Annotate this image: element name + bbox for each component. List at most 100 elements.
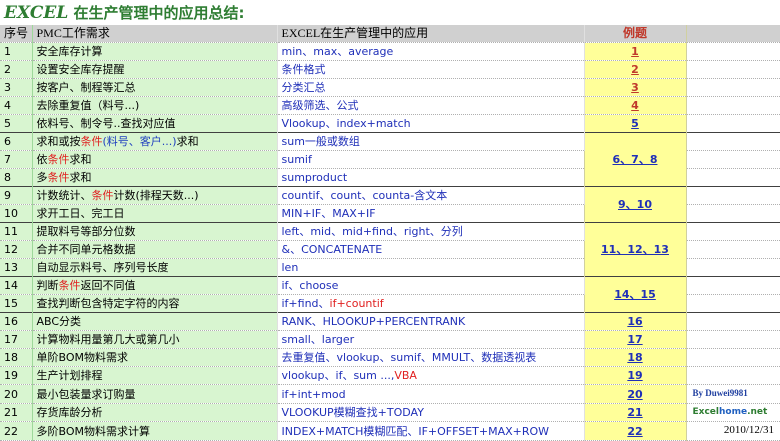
text-segment: 计数统计、	[36, 189, 92, 202]
excel-application-cell: len	[277, 258, 585, 277]
text-segment: 生产计划排程	[36, 369, 103, 382]
example-link[interactable]: 17	[583, 330, 687, 349]
blank-cell	[686, 312, 780, 331]
table-row: 20 最小包装量求订购量 if+int+mod 20 By Duwei9981	[0, 384, 780, 404]
table-row: 2 设置安全库存提醒 条件格式 2	[0, 60, 780, 79]
excel-application-cell: sum一般或数组	[277, 132, 585, 151]
excel-application-cell: left、mid、mid+find、right、分列	[277, 222, 585, 241]
text-segment: 合并不同单元格数据	[36, 243, 136, 256]
excel-application-cell: countif、count、counta-含文本	[277, 186, 585, 205]
row-index: 22	[0, 421, 33, 441]
text-segment: countif、count、counta-含文本	[281, 189, 448, 202]
table-row: 11 提取料号等部分位数 left、mid、mid+find、right、分列 11、…	[0, 222, 780, 277]
example-link[interactable]: 11、12、13	[583, 222, 687, 277]
row-index: 14	[0, 276, 33, 295]
example-link[interactable]: 20	[583, 384, 687, 404]
excel-application-cell: Vlookup、index+match	[277, 114, 585, 133]
text-segment: min、max、average	[281, 45, 394, 58]
pmc-need-cell: 计数统计、条件计数(排程天数...)	[32, 186, 278, 205]
pmc-need-cell: 判断条件返回不同值	[32, 276, 278, 295]
example-link[interactable]: 4	[583, 96, 687, 115]
excel-application-cell: &、CONCATENATE	[277, 240, 585, 259]
example-link[interactable]: 18	[583, 348, 687, 367]
table-row: 4 去除重复值（料号...) 高级筛选、公式 4	[0, 96, 780, 115]
example-link[interactable]: 19	[583, 366, 687, 385]
text-segment: &、CONCATENATE	[281, 243, 383, 256]
side-credit: By Duwei9981	[686, 384, 780, 404]
text-segment: 去重复值、vlookup、sumif、MMULT、数据透视表	[281, 351, 537, 364]
example-link[interactable]: 5	[583, 114, 687, 133]
pmc-need-cell: 合并不同单元格数据	[32, 240, 278, 259]
text-segment: 最小包装量求订购量	[36, 387, 136, 401]
excel-application-cell: 分类汇总	[277, 78, 585, 97]
pmc-need-cell: 存货库龄分析	[32, 403, 278, 422]
text-segment: small、larger	[281, 333, 355, 346]
row-index: 8	[0, 168, 33, 187]
row-index: 5	[0, 114, 33, 133]
blank-cell	[686, 276, 780, 295]
text-segment: 求和	[176, 135, 199, 148]
row-index: 10	[0, 204, 33, 223]
example-link[interactable]: 2	[583, 60, 687, 79]
text-segment: 分类汇总	[281, 81, 326, 94]
row-index: 11	[0, 222, 33, 241]
pmc-need-cell: 计算物料用量第几大或第几小	[32, 330, 278, 349]
table-row: 21 存货库龄分析 VLOOKUP模糊查找+TODAY 21 Excelhome.net	[0, 403, 780, 422]
row-index: 6	[0, 132, 33, 151]
header-need: PMC工作需求	[32, 25, 278, 43]
blank-cell	[686, 240, 780, 259]
text-segment: 计算物料用量第几大或第几小	[36, 333, 180, 346]
text-segment: 自动显示料号、序列号长度	[36, 261, 169, 274]
text-segment: 返回不同值	[80, 279, 136, 292]
blank-cell	[686, 258, 780, 277]
text-segment: INDEX+MATCH模糊匹配、IF+OFFSET+MAX+ROW	[281, 424, 550, 438]
blank-cell	[686, 168, 780, 187]
example-link[interactable]: 6、7、8	[583, 132, 687, 187]
row-index: 17	[0, 330, 33, 349]
pmc-need-cell: 最小包装量求订购量	[32, 384, 278, 404]
blank-cell	[686, 330, 780, 349]
text-segment: if+find、	[281, 297, 330, 310]
text-segment: VLOOKUP模糊查找+TODAY	[281, 406, 424, 419]
excel-application-cell: vlookup、if、sum ...,VBA	[277, 366, 585, 385]
text-segment: left、mid、mid+find、right、分列	[281, 225, 463, 238]
text-segment: 判断	[36, 279, 59, 292]
excel-application-cell: sumif	[277, 150, 585, 169]
example-link[interactable]: 14、15	[583, 276, 687, 313]
text-segment: RANK、HLOOKUP+PERCENTRANK	[281, 315, 466, 328]
excel-application-cell: 条件格式	[277, 60, 585, 79]
text-segment: 求和	[69, 153, 92, 166]
summary-table: 序号 PMC工作需求 EXCEL在生产管理中的应用 例题 1 安全库存计算 min、…	[0, 25, 780, 441]
header-index: 序号	[0, 25, 33, 43]
table-row: 14 判断条件返回不同值 if、choose 14、15	[0, 276, 780, 313]
table-row: 19 生产计划排程 vlookup、if、sum ...,VBA 19	[0, 366, 780, 385]
blank-cell	[686, 150, 780, 169]
example-link[interactable]: 22	[583, 421, 687, 441]
text-segment: 按客户、制程等汇总	[36, 81, 136, 94]
text-segment: 依	[36, 153, 48, 166]
excel-application-cell: min、max、average	[277, 42, 585, 61]
blank-cell	[686, 222, 780, 241]
example-link[interactable]: 3	[583, 78, 687, 97]
blank-cell	[686, 294, 780, 313]
row-index: 9	[0, 186, 33, 205]
text-segment: (料号、客户...)	[102, 135, 177, 148]
row-index: 15	[0, 294, 33, 313]
example-link[interactable]: 21	[583, 403, 687, 422]
row-index: 7	[0, 150, 33, 169]
pmc-need-cell: 求开工日、完工日	[32, 204, 278, 223]
text-segment: if、choose	[281, 279, 339, 292]
text-segment: vlookup、if、sum ...,	[281, 369, 395, 382]
text-segment: 条件	[80, 135, 103, 148]
text-segment: 求开工日、完工日	[36, 207, 125, 220]
table-row: 5 依料号、制令号..查找对应值 Vlookup、index+match 5	[0, 114, 780, 133]
example-link[interactable]: 16	[583, 312, 687, 331]
text-segment: 条件	[47, 153, 70, 166]
text-segment: sumif	[281, 153, 312, 166]
example-link[interactable]: 1	[583, 42, 687, 61]
text-segment: 条件	[58, 279, 81, 292]
text-segment: 设置安全库存提醒	[36, 63, 125, 76]
text-segment: 计数(排程天数...)	[113, 189, 199, 202]
text-segment: 去除重复值（料号...)	[36, 99, 140, 112]
example-link[interactable]: 9、10	[583, 186, 687, 223]
